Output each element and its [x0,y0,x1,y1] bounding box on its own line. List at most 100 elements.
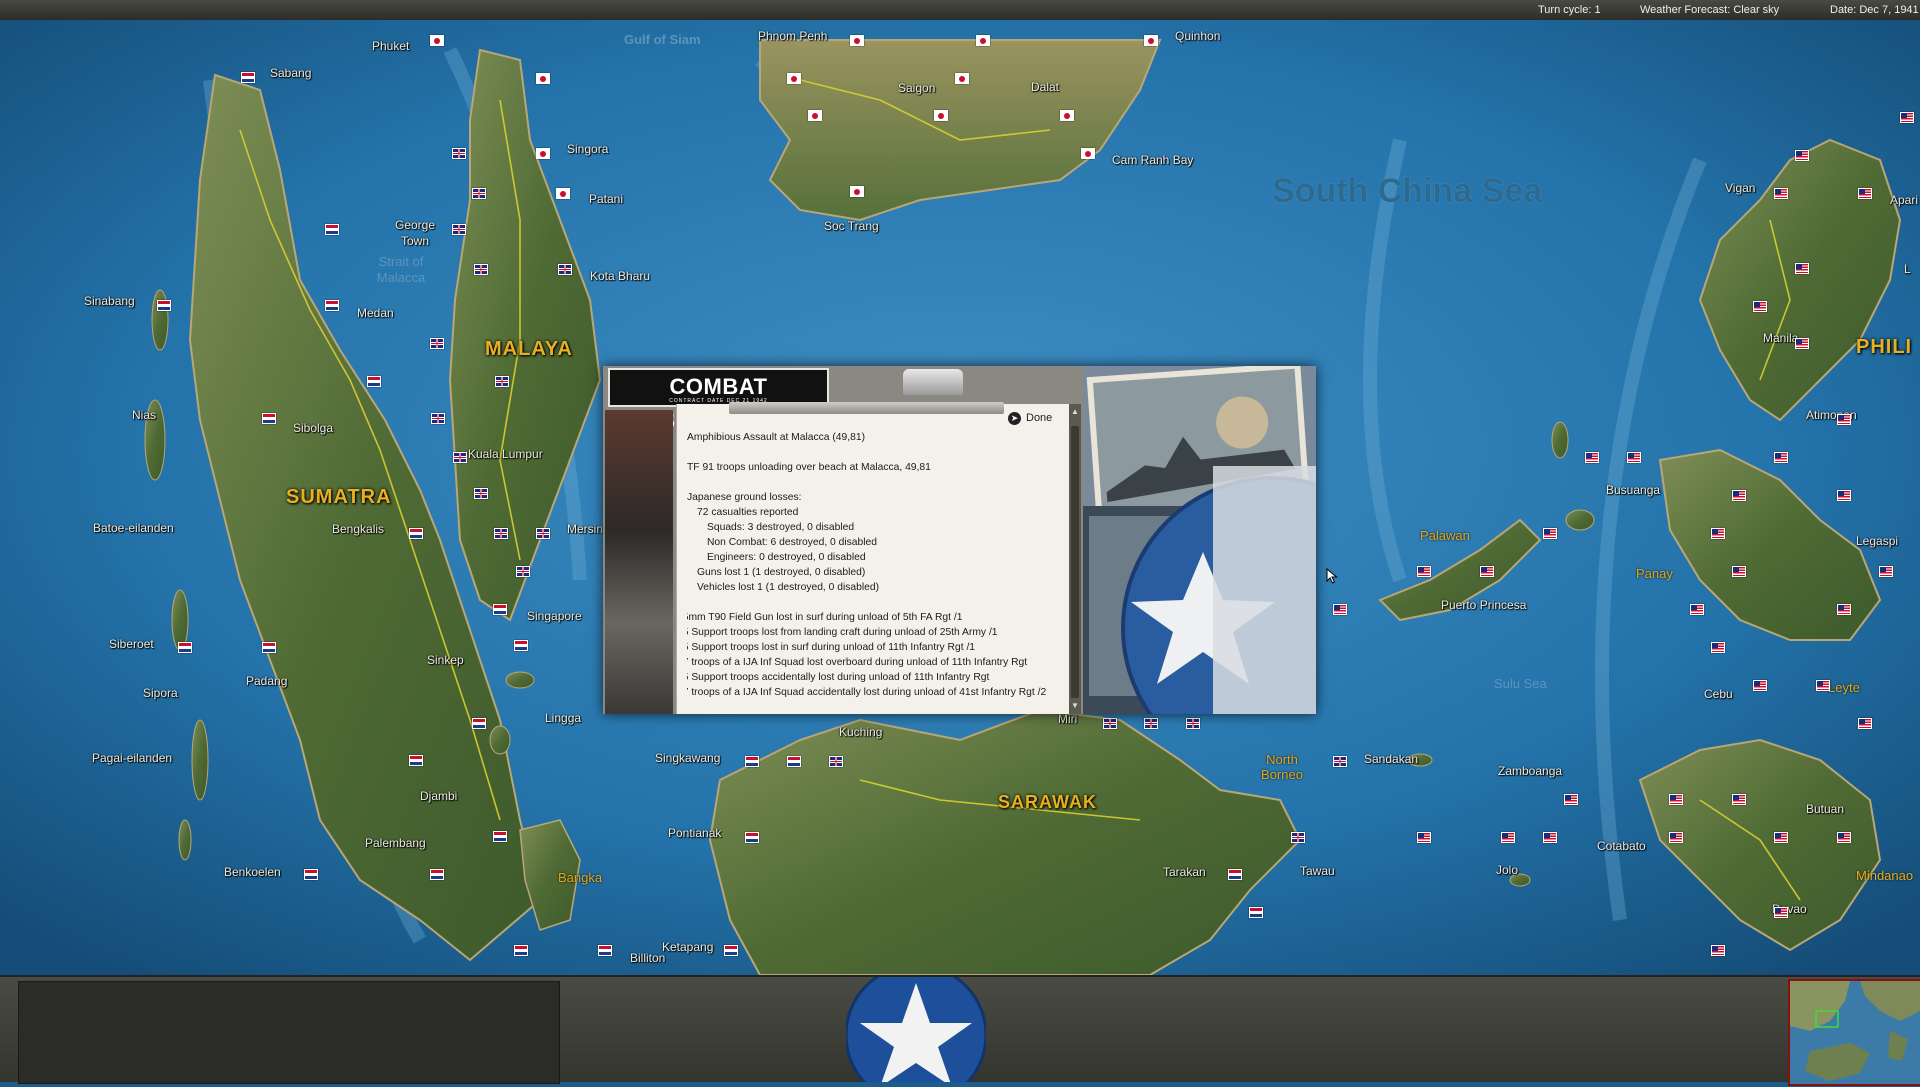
japanese-base-marker[interactable] [934,110,948,121]
place-label[interactable]: Kota Bharu [590,269,650,283]
place-label[interactable]: Lingga [545,711,581,725]
dutch-base-marker[interactable] [430,869,444,880]
dutch-base-marker[interactable] [409,528,423,539]
british-base-marker[interactable] [1186,718,1200,729]
place-label[interactable]: Busuanga [1606,483,1660,497]
british-base-marker[interactable] [1144,718,1158,729]
american-base-marker[interactable] [1480,566,1494,577]
place-label[interactable]: Tarakan [1163,865,1206,879]
place-label[interactable]: Phnom Penh [758,29,827,43]
american-base-marker[interactable] [1333,604,1347,615]
american-base-marker[interactable] [1732,794,1746,805]
dutch-base-marker[interactable] [787,756,801,767]
american-base-marker[interactable] [1501,832,1515,843]
place-label[interactable]: Dalat [1031,80,1059,94]
american-base-marker[interactable] [1837,414,1851,425]
japanese-base-marker[interactable] [536,73,550,84]
place-label[interactable]: Manila [1763,331,1798,345]
british-base-marker[interactable] [1333,756,1347,767]
done-button[interactable]: ➤ Done [1008,408,1068,428]
dutch-base-marker[interactable] [367,376,381,387]
american-base-marker[interactable] [1774,188,1788,199]
dutch-base-marker[interactable] [178,642,192,653]
american-base-marker[interactable] [1417,566,1431,577]
american-base-marker[interactable] [1774,452,1788,463]
dutch-base-marker[interactable] [157,300,171,311]
american-base-marker[interactable] [1669,832,1683,843]
japanese-base-marker[interactable] [976,35,990,46]
american-base-marker[interactable] [1711,528,1725,539]
place-label[interactable]: Cam Ranh Bay [1112,153,1193,167]
place-label[interactable]: Sandakan [1364,752,1418,766]
place-label[interactable]: Patani [589,192,623,206]
place-label[interactable]: Siberoet [109,637,154,651]
american-base-marker[interactable] [1837,832,1851,843]
japanese-base-marker[interactable] [430,35,444,46]
dutch-base-marker[interactable] [1249,907,1263,918]
american-base-marker[interactable] [1837,490,1851,501]
place-label[interactable]: Cotabato [1597,839,1646,853]
place-label[interactable]: Palembang [365,836,426,850]
japanese-base-marker[interactable] [1144,35,1158,46]
japanese-base-marker[interactable] [850,186,864,197]
british-base-marker[interactable] [829,756,843,767]
minimap[interactable] [1788,979,1920,1086]
place-label[interactable]: Quinhon [1175,29,1220,43]
dutch-base-marker[interactable] [493,604,507,615]
japanese-base-marker[interactable] [1060,110,1074,121]
place-label[interactable]: Bengkalis [332,522,384,536]
british-base-marker[interactable] [495,376,509,387]
place-label[interactable]: Singapore [527,609,582,623]
place-label[interactable]: Medan [357,306,394,320]
british-base-marker[interactable] [536,528,550,539]
american-base-marker[interactable] [1627,452,1641,463]
dutch-base-marker[interactable] [472,718,486,729]
dutch-base-marker[interactable] [493,831,507,842]
dutch-base-marker[interactable] [514,945,528,956]
place-label[interactable]: Jolo [1496,863,1518,877]
place-label[interactable]: Pontianak [668,826,721,840]
american-base-marker[interactable] [1417,832,1431,843]
british-base-marker[interactable] [558,264,572,275]
dutch-base-marker[interactable] [745,756,759,767]
american-base-marker[interactable] [1774,907,1788,918]
american-base-marker[interactable] [1879,566,1893,577]
american-base-marker[interactable] [1858,188,1872,199]
british-base-marker[interactable] [452,224,466,235]
place-label[interactable]: Djambi [420,789,457,803]
place-label[interactable]: George Town [390,217,440,249]
dutch-base-marker[interactable] [262,642,276,653]
place-label[interactable]: Miri [1058,712,1077,726]
japanese-base-marker[interactable] [955,73,969,84]
american-base-marker[interactable] [1753,301,1767,312]
place-label[interactable]: Ketapang [662,940,713,954]
american-base-marker[interactable] [1795,263,1809,274]
dutch-base-marker[interactable] [1228,869,1242,880]
place-label[interactable]: Singora [567,142,608,156]
american-base-marker[interactable] [1900,112,1914,123]
american-base-marker[interactable] [1837,604,1851,615]
american-base-marker[interactable] [1732,566,1746,577]
place-label[interactable]: Sinabang [84,294,135,308]
dutch-base-marker[interactable] [325,300,339,311]
place-label[interactable]: Pagai-eilanden [92,751,172,765]
british-base-marker[interactable] [453,452,467,463]
british-base-marker[interactable] [516,566,530,577]
place-label[interactable]: Tawau [1300,864,1335,878]
japanese-base-marker[interactable] [787,73,801,84]
british-base-marker[interactable] [474,264,488,275]
japanese-base-marker[interactable] [808,110,822,121]
place-label[interactable]: Sinkep [427,653,464,667]
american-base-marker[interactable] [1774,832,1788,843]
british-base-marker[interactable] [1103,718,1117,729]
american-base-marker[interactable] [1543,832,1557,843]
place-label[interactable]: Sipora [143,686,178,700]
place-label[interactable]: Legaspi [1856,534,1898,548]
us-star-roundel-button[interactable] [844,963,988,1087]
japanese-base-marker[interactable] [536,148,550,159]
american-base-marker[interactable] [1690,604,1704,615]
place-label[interactable]: Sabang [270,66,311,80]
american-base-marker[interactable] [1711,642,1725,653]
dutch-base-marker[interactable] [745,832,759,843]
british-base-marker[interactable] [474,488,488,499]
